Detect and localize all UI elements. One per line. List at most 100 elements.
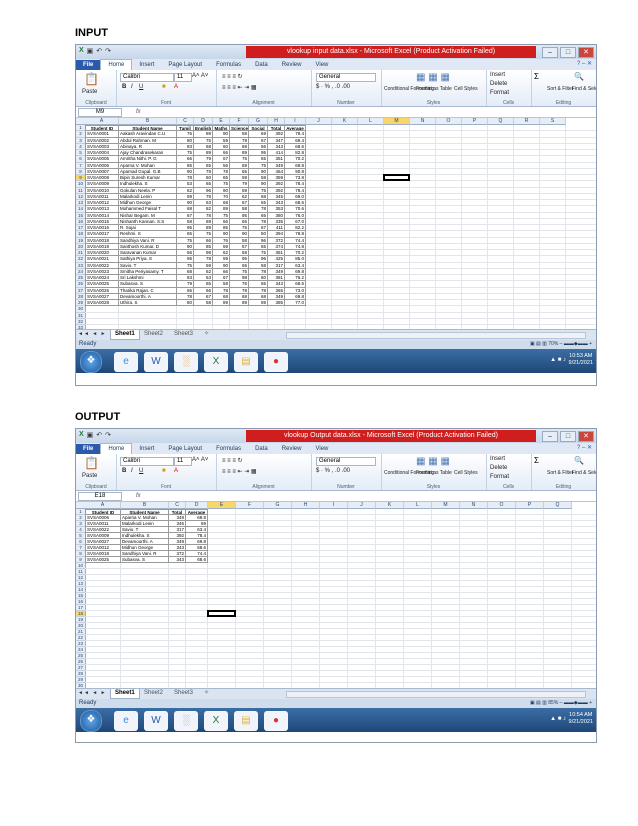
save-icon[interactable]: ▣ [87,431,94,439]
tab-data[interactable]: Data [248,60,275,70]
find-icon[interactable]: 🔍 [574,72,584,81]
sheet-tab-sheet2[interactable]: Sheet2 [140,689,167,698]
sheet-tab-sheet2[interactable]: Sheet2 [140,330,167,339]
cell-styles-button[interactable]: Cell Styles [454,86,478,92]
align-icons-2[interactable]: ≡ ≡ ≡ ⇤ ⇥ ▦ [222,84,257,91]
tab-formulas[interactable]: Formulas [209,60,248,70]
column-header-G[interactable]: G [249,118,268,125]
column-header-M[interactable]: M [384,118,410,125]
table-cell[interactable]: SVSA0025 [85,557,121,563]
font-name-box[interactable]: Calibri [120,457,174,466]
word-icon[interactable]: W [144,352,168,372]
sort-filter-button[interactable]: Sort & Filter [547,86,573,92]
redo-icon[interactable]: ↷ [105,47,111,55]
delete-button[interactable]: Delete [490,465,507,471]
horizontal-scrollbar[interactable] [286,332,586,339]
column-header-H[interactable]: H [268,118,285,125]
fill-color-icon[interactable]: ■ [162,468,166,474]
delete-button[interactable]: Delete [490,81,507,87]
column-header-Q[interactable]: Q [488,118,514,125]
maximize-button[interactable]: □ [560,47,576,58]
paste-icon[interactable]: 📋 [84,456,99,470]
tab-page-layout[interactable]: Page Layout [161,60,209,70]
chart-icon[interactable]: ░ [174,352,198,372]
column-header-R[interactable]: R [514,118,540,125]
start-icon[interactable]: ❖ [80,351,102,373]
font-name-box[interactable]: Calibri [120,73,174,82]
table-cell[interactable]: 58 [194,300,213,307]
column-header-O[interactable]: O [488,502,516,509]
tab-home[interactable]: Home [100,59,133,70]
number-format-box[interactable]: General [316,73,376,82]
ie-icon[interactable]: e [114,352,138,372]
redo-icon[interactable]: ↷ [105,431,111,439]
find-select-button[interactable]: Find & Select [572,470,596,476]
table-cell[interactable]: 89 [230,300,249,307]
table-cell[interactable]: Uthira. S [119,300,177,307]
column-header-O[interactable]: O [436,118,462,125]
column-header-D[interactable]: D [194,118,213,125]
tab-home[interactable]: Home [100,443,133,454]
number-icons[interactable]: $ · % , .0 .00 [316,468,350,474]
sheet-tab-sheet1[interactable]: Sheet1 [110,330,140,340]
tab-review[interactable]: Review [275,60,309,70]
find-icon[interactable]: 🔍 [574,456,584,465]
align-icons[interactable]: ≡ ≡ ≡ ↻ [222,73,243,80]
paste-label[interactable]: Paste [82,89,97,95]
name-box[interactable]: M9 [78,108,122,117]
column-header-P[interactable]: P [462,118,488,125]
fx-icon[interactable]: fx [136,491,141,501]
sheet-tab-sheet3[interactable]: Sheet3 [170,330,197,339]
tab-data[interactable]: Data [248,444,275,454]
column-header-A[interactable]: A [85,118,119,125]
italic-icon[interactable]: I [131,84,133,90]
name-box[interactable]: E18 [78,492,122,501]
insert-button[interactable]: Insert [490,72,505,78]
table-cell[interactable]: 343 [169,557,186,563]
table-cell[interactable]: 77.0 [285,300,306,307]
tab-view[interactable]: View [308,60,335,70]
tab-insert[interactable]: Insert [132,60,161,70]
column-header-N[interactable]: N [410,118,436,125]
table-cell[interactable]: Subasva. S [121,557,169,563]
tab-page-layout[interactable]: Page Layout [161,444,209,454]
folder-icon[interactable]: ▤ [234,711,258,731]
chart-icon[interactable]: ░ [174,711,198,731]
ie-icon[interactable]: e [114,711,138,731]
horizontal-scrollbar[interactable] [286,691,586,698]
excel-taskbar-icon[interactable]: X [204,352,228,372]
paste-label[interactable]: Paste [82,473,97,479]
tab-insert[interactable]: Insert [132,444,161,454]
format-as-table-button[interactable]: Format as Table [416,86,452,92]
align-icons[interactable]: ≡ ≡ ≡ ↻ [222,457,243,464]
minimize-button[interactable]: – [542,431,558,442]
column-header-J[interactable]: J [306,118,332,125]
sum-icon[interactable]: Σ [534,456,539,465]
column-header-E[interactable]: E [208,502,236,509]
column-header-Q[interactable]: Q [544,502,572,509]
zoom-level[interactable]: ▣ ▤ ▥ 70% – ▬▬◆▬▬ + [530,340,592,349]
cell-styles-button[interactable]: Cell Styles [454,470,478,476]
column-header-L[interactable]: L [358,118,384,125]
system-tray-icons[interactable]: ▲ ■ ♪ [550,357,566,363]
start-icon[interactable]: ❖ [80,710,102,732]
undo-icon[interactable]: ↶ [96,431,102,439]
font-size-box[interactable]: 11 [174,457,192,466]
column-header-L[interactable]: L [404,502,432,509]
sort-filter-button[interactable]: Sort & Filter [547,470,573,476]
undo-icon[interactable]: ↶ [96,47,102,55]
close-button[interactable]: ✕ [578,47,594,58]
column-header-K[interactable]: K [376,502,404,509]
insert-sheet-icon[interactable]: ✧ [200,689,213,698]
folder-icon[interactable]: ▤ [234,352,258,372]
word-icon[interactable]: W [144,711,168,731]
column-header-N[interactable]: N [460,502,488,509]
number-icons[interactable]: $ · % , .0 .00 [316,84,350,90]
format-as-table-button[interactable]: Format as Table [416,470,452,476]
minimize-button[interactable]: – [542,47,558,58]
font-size-box[interactable]: 11 [174,73,192,82]
grow-font-icon[interactable]: A˄ A˅ [192,73,208,79]
tab-formulas[interactable]: Formulas [209,444,248,454]
system-tray-icons[interactable]: ▲ ■ ♪ [550,716,566,722]
column-header-H[interactable]: H [292,502,320,509]
